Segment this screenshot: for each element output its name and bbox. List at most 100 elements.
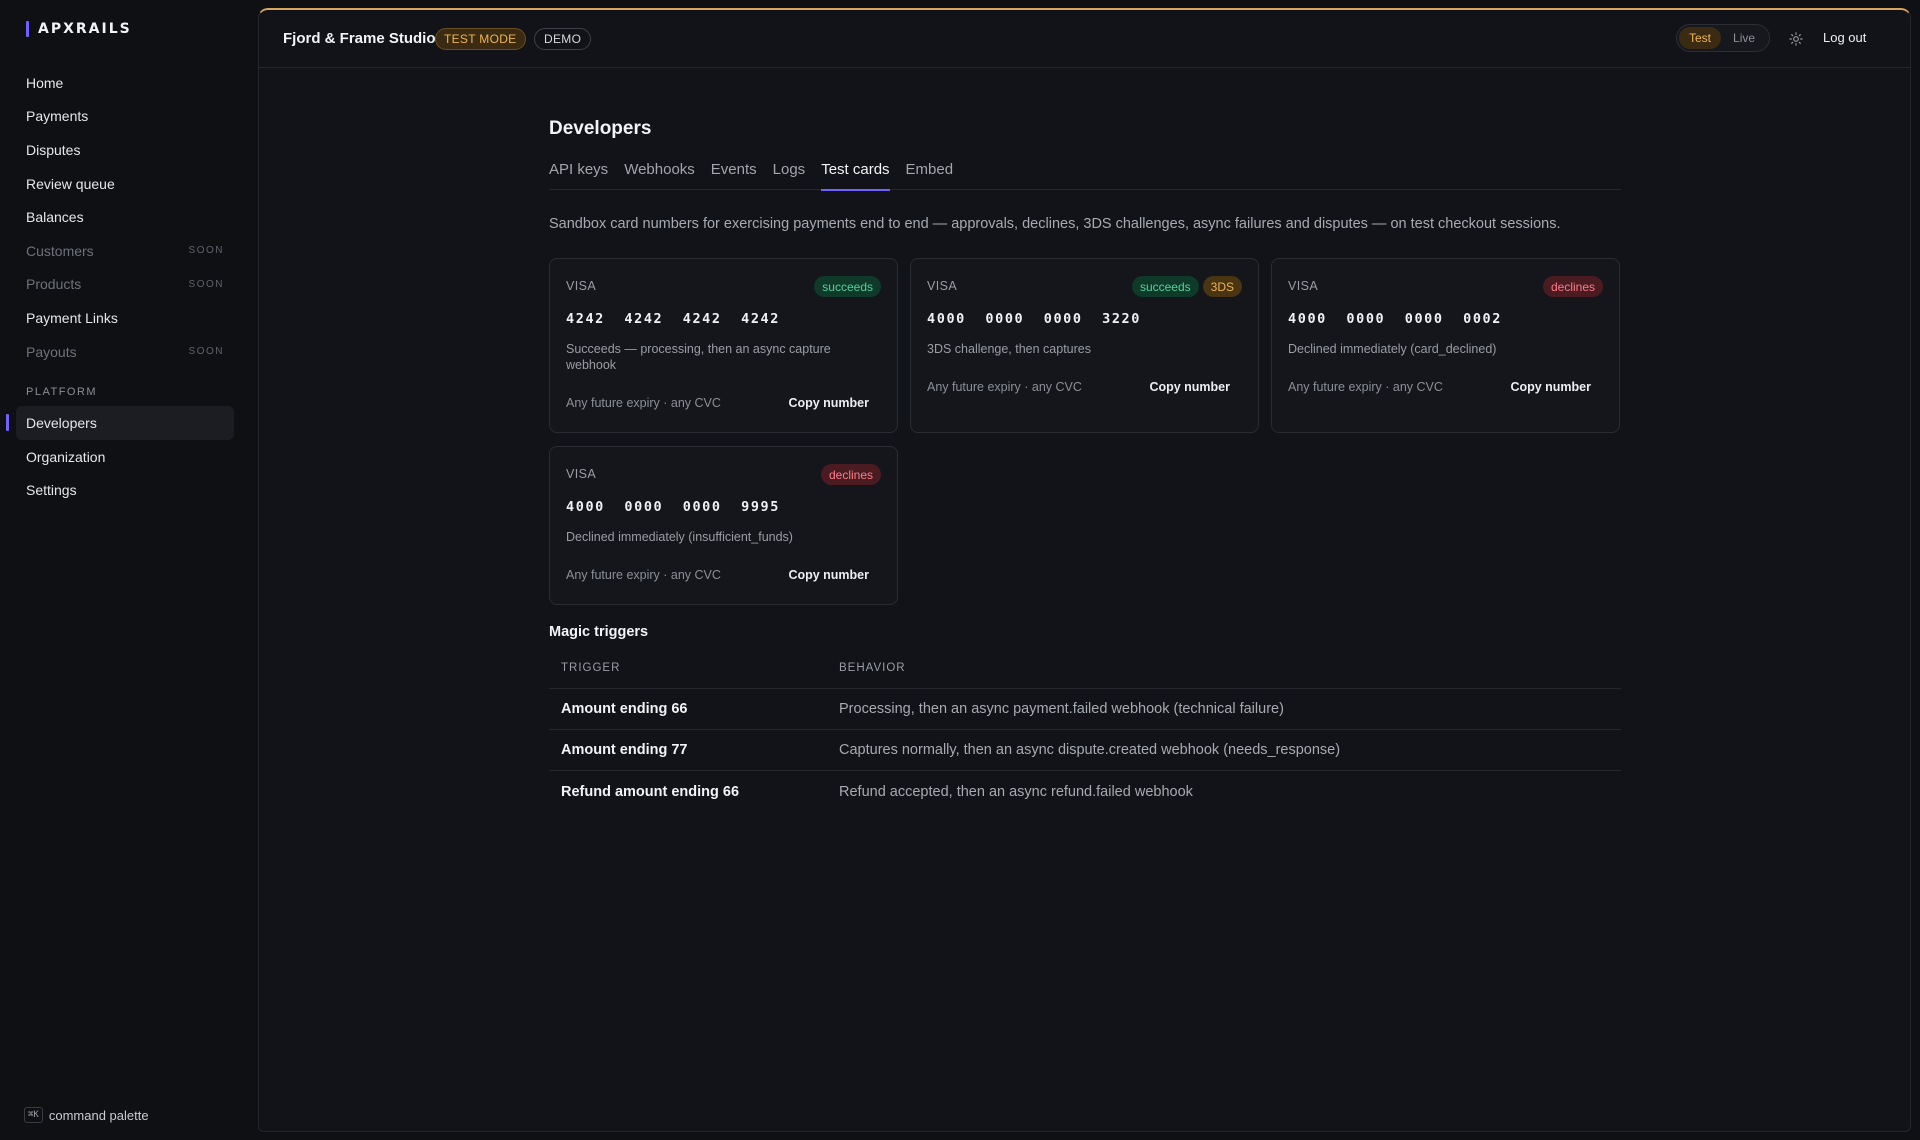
- sidebar-item-balances[interactable]: Balances: [16, 200, 234, 234]
- sidebar-item-customers: Customers SOON: [16, 234, 234, 268]
- theme-toggle-button[interactable]: [1785, 28, 1807, 50]
- sidebar-item-label: Payments: [26, 108, 89, 125]
- trigger-cell: Refund amount ending 66: [561, 783, 740, 800]
- page-title: Developers: [549, 118, 652, 139]
- card-number: 4000 0000 0000 3220: [927, 311, 1142, 327]
- outcome-badge: succeeds: [1131, 276, 1199, 297]
- sidebar-item-label: Balances: [26, 209, 84, 226]
- sidebar-item-label: Products: [26, 276, 82, 293]
- table-row: Amount ending 66 Processing, then an asy…: [549, 689, 1621, 730]
- tab-logs[interactable]: Logs: [773, 162, 806, 190]
- card-expiry-note: Any future expiry · any CVC: [927, 380, 1082, 394]
- card-expiry-note: Any future expiry · any CVC: [566, 568, 721, 582]
- magic-triggers-title: Magic triggers: [549, 624, 649, 640]
- copy-number-button[interactable]: Copy number: [1502, 376, 1603, 398]
- card-brand: VISA: [1288, 279, 1319, 293]
- card-footer: Any future expiry · any CVC Copy number: [566, 564, 881, 586]
- tab-test-cards[interactable]: Test cards: [821, 162, 890, 191]
- mode-test-option[interactable]: Test: [1679, 27, 1722, 49]
- card-footer: Any future expiry · any CVC Copy number: [566, 392, 881, 414]
- card-description: Declined immediately (card_declined): [1288, 342, 1497, 356]
- test-card: VISA succeeds 4242 4242 4242 4242 Succee…: [549, 258, 898, 433]
- sidebar-item-products: Products SOON: [16, 268, 234, 302]
- top-bar: Fjord & Frame Studio TEST MODE DEMO Test…: [259, 10, 1910, 68]
- sun-icon: [1789, 32, 1803, 46]
- card-description: 3DS challenge, then captures: [927, 342, 1091, 356]
- sidebar-item-review-queue[interactable]: Review queue: [16, 167, 234, 201]
- copy-number-button[interactable]: Copy number: [1141, 376, 1242, 398]
- table-header-row: TRIGGER BEHAVIOR: [549, 648, 1621, 689]
- brand-name: APXRAILS: [38, 21, 132, 37]
- org-name: Fjord & Frame Studio: [283, 30, 436, 47]
- command-key-icon: ⌘K: [24, 1107, 43, 1123]
- sidebar-item-payments[interactable]: Payments: [16, 100, 234, 134]
- soon-badge: SOON: [188, 346, 224, 358]
- app-root: APXRAILS Home Payments Disputes Review q…: [0, 0, 1920, 1140]
- sidebar-section-platform: PLATFORM: [26, 386, 98, 399]
- main-panel: Fjord & Frame Studio TEST MODE DEMO Test…: [258, 8, 1911, 1132]
- command-palette-label: command palette: [48, 1107, 149, 1123]
- card-description: Declined immediately (insufficient_funds…: [566, 530, 793, 544]
- sidebar-item-label: Payment Links: [26, 309, 118, 326]
- card-number: 4242 4242 4242 4242: [566, 311, 781, 327]
- brand-mark-icon: [26, 21, 29, 37]
- card-brand: VISA: [566, 467, 597, 481]
- sidebar-item-label: Customers: [26, 242, 94, 259]
- sidebar-item-developers[interactable]: Developers: [6, 406, 234, 440]
- column-header-behavior: BEHAVIOR: [839, 662, 906, 674]
- sidebar-item-home[interactable]: Home: [16, 66, 234, 100]
- soon-badge: SOON: [188, 245, 224, 257]
- test-card: VISA declines 4000 0000 0000 0002 Declin…: [1271, 258, 1620, 433]
- mode-toggle: Test Live: [1676, 24, 1770, 52]
- tab-api-keys[interactable]: API keys: [549, 162, 608, 190]
- card-number: 4000 0000 0000 9995: [566, 499, 781, 515]
- behavior-cell: Processing, then an async payment.failed…: [839, 701, 1284, 717]
- trigger-cell: Amount ending 66: [561, 701, 688, 717]
- demo-badge: DEMO: [534, 28, 592, 50]
- sidebar-item-label: Payouts: [26, 343, 77, 360]
- behavior-cell: Captures normally, then an async dispute…: [839, 742, 1341, 758]
- sidebar: APXRAILS Home Payments Disputes Review q…: [0, 0, 258, 1140]
- magic-triggers-table: TRIGGER BEHAVIOR Amount ending 66 Proces…: [549, 648, 1621, 812]
- card-number: 4000 0000 0000 0002: [1288, 311, 1503, 327]
- mode-live-option[interactable]: Live: [1723, 27, 1765, 49]
- tab-embed[interactable]: Embed: [906, 162, 954, 190]
- outcome-badge: declines: [820, 464, 881, 485]
- tab-webhooks[interactable]: Webhooks: [624, 162, 695, 190]
- test-card: VISA succeeds 3DS 4000 0000 0000 3220 3D…: [910, 258, 1259, 433]
- test-cards-intro: Sandbox card numbers for exercising paym…: [549, 216, 1561, 232]
- sidebar-item-label: Disputes: [26, 141, 81, 158]
- outcome-badge: declines: [1542, 276, 1603, 297]
- table-row: Amount ending 77 Captures normally, then…: [549, 730, 1621, 771]
- card-badges: declines: [1542, 276, 1603, 297]
- test-mode-badge: TEST MODE: [435, 28, 526, 50]
- sidebar-item-payouts: Payouts SOON: [16, 335, 234, 369]
- tab-events[interactable]: Events: [711, 162, 757, 190]
- table-row: Refund amount ending 66 Refund accepted,…: [549, 771, 1621, 812]
- behavior-cell: Refund accepted, then an async refund.fa…: [839, 783, 1193, 800]
- card-expiry-note: Any future expiry · any CVC: [566, 396, 721, 410]
- soon-badge: SOON: [188, 278, 224, 290]
- card-badges: declines: [820, 464, 881, 485]
- copy-number-button[interactable]: Copy number: [780, 564, 881, 586]
- sidebar-item-label: Developers: [26, 415, 97, 432]
- copy-number-button[interactable]: Copy number: [780, 392, 881, 414]
- sidebar-item-label: Organization: [26, 448, 106, 465]
- card-footer: Any future expiry · any CVC Copy number: [1288, 376, 1603, 398]
- card-brand: VISA: [927, 279, 958, 293]
- sidebar-item-label: Settings: [26, 482, 77, 499]
- sidebar-item-settings[interactable]: Settings: [16, 474, 234, 508]
- three-ds-badge: 3DS: [1202, 276, 1242, 297]
- logout-button[interactable]: Log out: [1823, 30, 1866, 45]
- brand-logo[interactable]: APXRAILS: [26, 20, 132, 38]
- sidebar-item-payment-links[interactable]: Payment Links: [16, 301, 234, 335]
- sidebar-item-organization[interactable]: Organization: [16, 440, 234, 474]
- card-expiry-note: Any future expiry · any CVC: [1288, 380, 1443, 394]
- outcome-badge: succeeds: [814, 276, 881, 297]
- command-palette-button[interactable]: ⌘K command palette: [24, 1107, 149, 1123]
- card-badges: succeeds: [814, 276, 881, 297]
- card-brand: VISA: [566, 279, 597, 293]
- sidebar-item-disputes[interactable]: Disputes: [16, 133, 234, 167]
- sidebar-item-label: Review queue: [26, 175, 115, 192]
- sidebar-nav: Home Payments Disputes Review queue Bala…: [6, 66, 234, 508]
